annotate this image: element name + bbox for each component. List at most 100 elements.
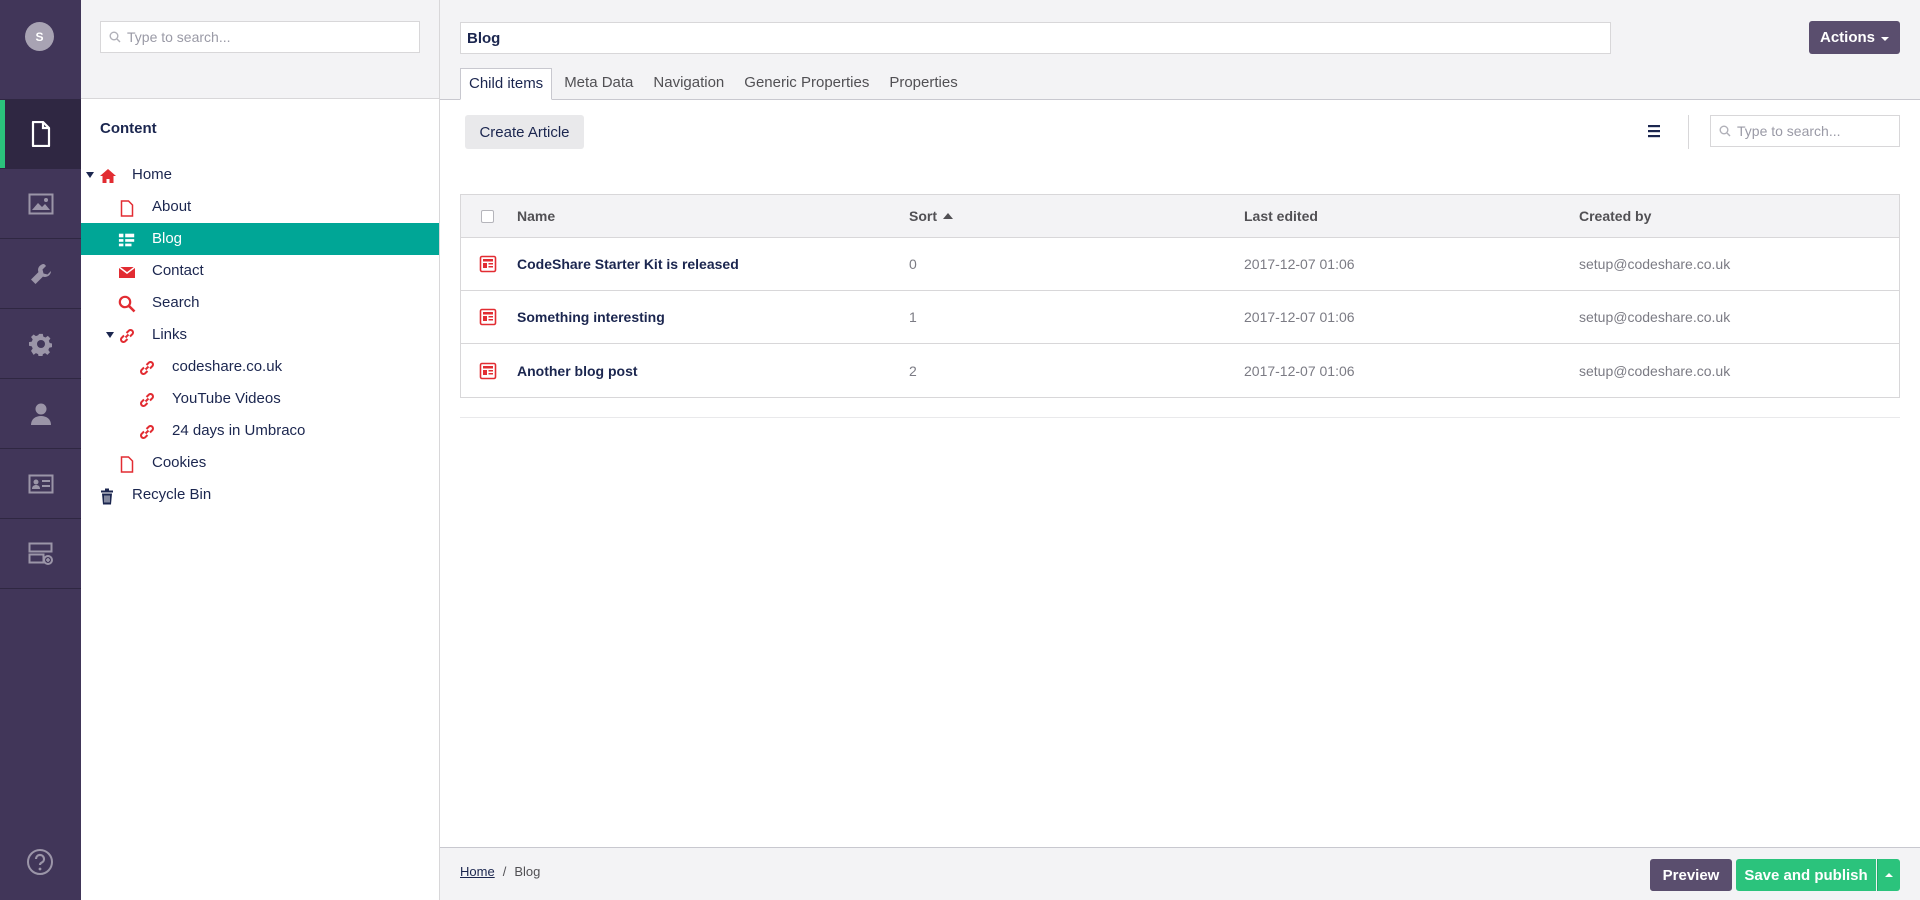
- tree-node-24-days[interactable]: 24 days in Umbraco: [81, 415, 439, 447]
- select-all-checkbox[interactable]: [481, 195, 494, 237]
- tree-node-label: 24 days in Umbraco: [172, 422, 306, 439]
- section-users[interactable]: [0, 379, 81, 449]
- tree-node-codeshare[interactable]: codeshare.co.uk: [81, 351, 439, 383]
- table-row[interactable]: CodeShare Starter Kit is released 0 2017…: [461, 238, 1899, 291]
- wrench-icon: [30, 263, 51, 284]
- tree-search-input[interactable]: Type to search...: [100, 21, 420, 53]
- caret-down-icon[interactable]: [106, 332, 114, 338]
- child-items-table: Name Sort Last edited Created by CodeSha…: [460, 194, 1900, 398]
- avatar-initial: S: [35, 29, 44, 44]
- link-icon: [138, 423, 156, 441]
- section-content[interactable]: [0, 99, 81, 169]
- tree-node-contact[interactable]: Contact: [81, 255, 439, 287]
- help-button[interactable]: [26, 848, 54, 880]
- breadcrumb-separator: /: [502, 864, 507, 879]
- table-row[interactable]: Something interesting 1 2017-12-07 01:06…: [461, 291, 1899, 344]
- gear-icon: [28, 333, 52, 356]
- actions-label: Actions: [1819, 29, 1875, 46]
- column-name[interactable]: Name: [517, 195, 555, 237]
- tree-node-recycle-bin[interactable]: Recycle Bin: [81, 479, 439, 511]
- tree-node-search[interactable]: Search: [81, 287, 439, 319]
- tab-navigation[interactable]: Navigation: [645, 68, 732, 100]
- caret-up-icon: [1885, 873, 1893, 877]
- article-icon: [479, 344, 497, 397]
- sort-ascending-icon: [943, 213, 953, 219]
- layout-toggle-button[interactable]: [1648, 124, 1660, 142]
- tree-node-label: Search: [152, 294, 200, 311]
- row-name[interactable]: CodeShare Starter Kit is released: [517, 238, 739, 290]
- document-icon: [118, 199, 136, 217]
- row-last-edited: 2017-12-07 01:06: [1244, 362, 1355, 379]
- actions-button[interactable]: Actions: [1809, 21, 1900, 54]
- envelope-icon: [118, 263, 136, 281]
- list-search-placeholder: Type to search...: [1737, 123, 1841, 139]
- tree-node-label: Home: [132, 166, 173, 183]
- column-created-by[interactable]: Created by: [1579, 195, 1651, 237]
- tree-node-label: Blog: [152, 230, 183, 247]
- row-sort: 0: [909, 256, 917, 272]
- row-created-by: setup@codeshare.co.uk: [1579, 362, 1731, 379]
- breadcrumb: Home / Blog: [460, 864, 540, 879]
- list-view-icon: [118, 231, 136, 249]
- tree-node-blog[interactable]: Blog: [81, 223, 439, 255]
- preview-button[interactable]: Preview: [1650, 859, 1732, 891]
- row-created-by: setup@codeshare.co.uk: [1579, 256, 1731, 272]
- tab-generic-properties[interactable]: Generic Properties: [736, 68, 877, 100]
- list-icon: [1648, 125, 1660, 138]
- publish-options-button[interactable]: [1877, 859, 1900, 891]
- tree-node-youtube-videos[interactable]: YouTube Videos: [81, 383, 439, 415]
- home-icon: [99, 167, 117, 185]
- editor-header: Actions Child items Meta Data Navigation…: [440, 0, 1920, 100]
- tab-meta-data[interactable]: Meta Data: [556, 68, 641, 100]
- breadcrumb-home[interactable]: Home: [460, 864, 495, 879]
- tree-node-label: Cookies: [152, 454, 207, 471]
- row-name[interactable]: Another blog post: [517, 344, 638, 397]
- row-sort: 1: [909, 309, 917, 325]
- node-name-input[interactable]: [460, 22, 1611, 54]
- tree-node-cookies[interactable]: Cookies: [81, 447, 439, 479]
- row-name[interactable]: Something interesting: [517, 291, 665, 343]
- row-last-edited: 2017-12-07 01:06: [1244, 309, 1355, 325]
- search-icon: [109, 31, 121, 43]
- article-icon: [479, 291, 497, 343]
- content-tree-panel: Type to search... Content Home About Blo…: [81, 0, 440, 900]
- pagination-divider: [460, 417, 1900, 418]
- search-icon: [1719, 125, 1731, 137]
- trash-icon: [98, 487, 116, 505]
- row-sort: 2: [909, 362, 917, 379]
- row-created-by: setup@codeshare.co.uk: [1579, 309, 1731, 325]
- editor-footer: Home / Blog Preview Save and publish: [440, 847, 1920, 900]
- image-icon: [28, 193, 53, 214]
- caret-down-icon[interactable]: [86, 172, 94, 178]
- section-settings[interactable]: [0, 239, 81, 309]
- article-icon: [479, 238, 497, 290]
- section-members[interactable]: [0, 449, 81, 519]
- tab-child-items[interactable]: Child items: [460, 68, 553, 100]
- tree-node-label: Links: [152, 326, 188, 343]
- tree-nodes: Home About Blog Contact Search Links cod…: [81, 159, 439, 511]
- id-card-icon: [28, 474, 53, 493]
- save-and-publish-button[interactable]: Save and publish: [1736, 859, 1876, 891]
- column-last-edited[interactable]: Last edited: [1244, 195, 1318, 237]
- search-icon: [118, 295, 136, 313]
- avatar[interactable]: S: [25, 22, 54, 51]
- link-icon: [138, 359, 156, 377]
- column-sort[interactable]: Sort: [909, 195, 953, 237]
- section-media[interactable]: [0, 169, 81, 239]
- tab-properties[interactable]: Properties: [881, 68, 965, 100]
- create-article-button[interactable]: Create Article: [465, 115, 584, 149]
- table-row[interactable]: Another blog post 2 2017-12-07 01:06 set…: [461, 344, 1899, 397]
- document-icon: [31, 121, 50, 147]
- app-sidebar: S: [0, 0, 81, 900]
- tree-node-about[interactable]: About: [81, 191, 439, 223]
- document-icon: [118, 455, 136, 473]
- tree-node-links[interactable]: Links: [81, 319, 439, 351]
- list-search-input[interactable]: Type to search...: [1710, 115, 1900, 147]
- tree-search-placeholder: Type to search...: [127, 29, 231, 45]
- tree-node-home[interactable]: Home: [81, 159, 439, 191]
- section-forms[interactable]: [0, 519, 81, 589]
- section-developer[interactable]: [0, 309, 81, 379]
- row-last-edited: 2017-12-07 01:06: [1244, 256, 1355, 272]
- tree-title: Content: [100, 120, 157, 137]
- user-icon: [30, 403, 51, 425]
